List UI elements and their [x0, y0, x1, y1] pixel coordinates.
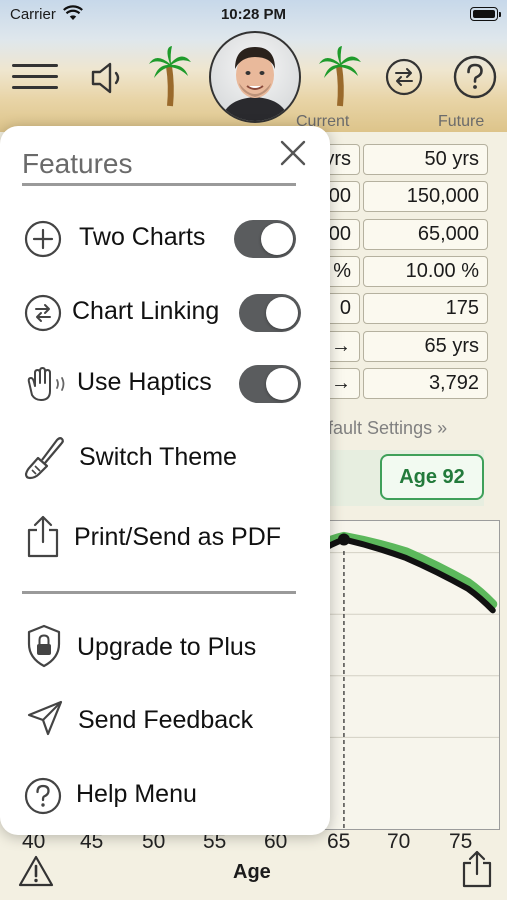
x-tick-label: 70 — [387, 830, 411, 853]
marker-point — [337, 533, 350, 546]
menu-divider — [22, 183, 296, 186]
menu-item-upgrade-to-plus[interactable]: Upgrade to Plus — [0, 620, 330, 676]
header: Carrier 10:28 PM Current Future — [0, 0, 507, 132]
menu-item-label: Chart Linking — [72, 297, 220, 325]
x-axis-title: Age — [233, 861, 271, 883]
default-settings-link[interactable]: efault Settings » — [318, 418, 447, 439]
swap-arrows-icon[interactable] — [384, 57, 424, 97]
menu-item-label: Send Feedback — [78, 706, 254, 734]
clock: 10:28 PM — [220, 6, 287, 23]
menu-item-switch-theme[interactable]: Switch Theme — [0, 430, 330, 486]
menu-item-label: Upgrade to Plus — [77, 633, 257, 661]
avatar-portrait-icon — [221, 47, 289, 121]
age-badge[interactable]: Age 92 — [380, 454, 484, 500]
menu-title: Features — [22, 148, 133, 179]
close-icon[interactable] — [278, 138, 308, 168]
future-column-label: Future — [438, 113, 485, 130]
hamburger-menu-icon[interactable] — [12, 64, 58, 90]
menu-item-label: Print/Send as PDF — [74, 523, 282, 551]
field-row: → 65 yrs — [300, 331, 500, 362]
battery-icon — [470, 7, 501, 21]
use-haptics-toggle[interactable] — [239, 365, 301, 403]
future-value-field[interactable]: 3,792 — [363, 368, 488, 399]
menu-item-label: Switch Theme — [79, 443, 237, 471]
menu-divider — [22, 591, 296, 594]
future-value-field[interactable]: 10.00 % — [363, 256, 488, 287]
share-icon[interactable] — [461, 850, 493, 888]
avatar[interactable] — [209, 31, 301, 123]
features-menu: Features Two Charts Chart Linking Use Ha… — [0, 126, 330, 835]
warning-icon[interactable] — [18, 855, 54, 887]
question-circle-icon — [24, 777, 62, 815]
field-row: yrs 50 yrs — [300, 144, 500, 175]
menu-item-label: Use Haptics — [77, 368, 212, 396]
palm-tree-icon — [319, 46, 361, 107]
series-line — [314, 531, 498, 609]
shield-lock-icon — [27, 624, 61, 668]
future-value-field[interactable]: 150,000 — [363, 181, 488, 212]
two-charts-toggle[interactable] — [234, 220, 296, 258]
future-value-field[interactable]: 175 — [363, 293, 488, 324]
status-bar: Carrier 10:28 PM — [0, 0, 507, 30]
field-row: 00 65,000 — [300, 219, 500, 250]
future-value-field[interactable]: 65 yrs — [363, 331, 488, 362]
link-arrows-icon — [24, 294, 62, 332]
menu-item-two-charts[interactable]: Two Charts — [0, 210, 330, 266]
x-tick-label: 65 — [327, 830, 351, 853]
menu-item-chart-linking[interactable]: Chart Linking — [0, 284, 330, 340]
field-row: % 10.00 % — [300, 256, 500, 287]
menu-item-label: Two Charts — [79, 223, 206, 251]
paintbrush-icon — [24, 437, 64, 480]
speaker-icon[interactable] — [88, 58, 128, 98]
help-circle-icon[interactable] — [452, 54, 498, 100]
plus-circle-icon — [24, 220, 62, 258]
menu-item-help-menu[interactable]: Help Menu — [0, 767, 330, 823]
hand-haptics-icon — [27, 367, 65, 401]
future-value-field[interactable]: 65,000 — [363, 219, 488, 250]
chart-linking-toggle[interactable] — [239, 294, 301, 332]
field-row: 0 175 — [300, 293, 500, 324]
menu-item-print-send-pdf[interactable]: Print/Send as PDF — [0, 510, 330, 566]
share-icon — [27, 515, 59, 558]
menu-item-label: Help Menu — [76, 780, 197, 808]
palm-tree-icon — [149, 46, 191, 107]
menu-item-use-haptics[interactable]: Use Haptics — [0, 355, 330, 411]
field-row: 00 150,000 — [300, 181, 500, 212]
field-row: → 3,792 — [300, 368, 500, 399]
paper-plane-icon — [27, 700, 63, 736]
menu-item-send-feedback[interactable]: Send Feedback — [0, 693, 330, 749]
future-value-field[interactable]: 50 yrs — [363, 144, 488, 175]
